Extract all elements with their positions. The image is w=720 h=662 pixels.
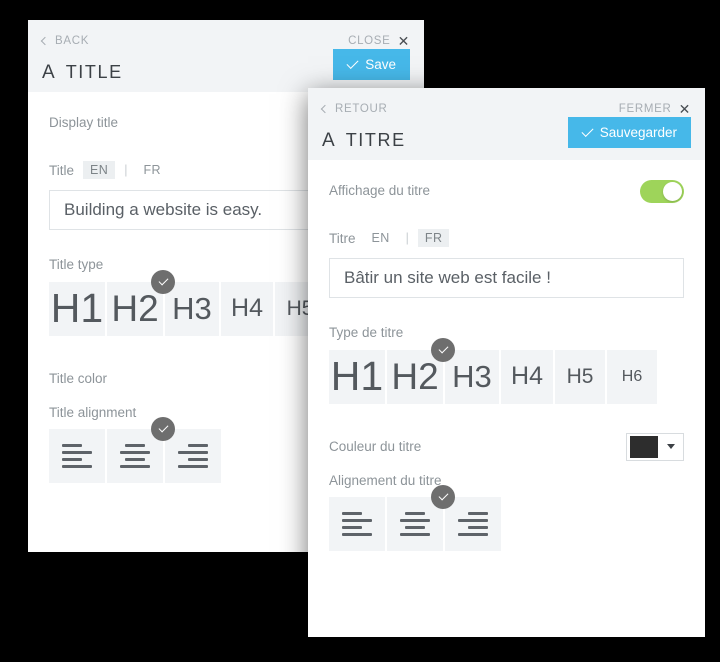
align-right-icon	[178, 444, 208, 468]
align-option-left[interactable]	[49, 429, 105, 483]
check-icon	[158, 422, 168, 433]
title-field-label-fr: Titre	[329, 230, 356, 246]
title-color-label-fr: Couleur du titre	[329, 438, 422, 454]
selected-check-badge	[431, 337, 455, 362]
alignment-picker-fr	[329, 485, 684, 551]
title-type-section-fr: Type de titre H1 H2 H3 H4 H5 H6	[329, 326, 684, 404]
panel-topbar-en: BACK CLOSE ✕	[28, 20, 424, 50]
display-title-row-fr: Affichage du titre	[329, 179, 684, 203]
heading-option-h1[interactable]: H1	[329, 349, 385, 404]
page-title-en: TITLE	[65, 62, 123, 82]
heading-option-h1[interactable]: H1	[49, 281, 105, 336]
title-color-picker[interactable]	[626, 432, 684, 461]
color-swatch	[630, 435, 658, 458]
heading-option-h4[interactable]: H4	[501, 349, 553, 404]
check-icon	[158, 275, 168, 286]
align-right-icon	[458, 512, 488, 536]
heading-option-h6[interactable]: H6	[607, 349, 657, 404]
heading-option-h4[interactable]: H4	[221, 281, 273, 336]
back-label-fr: RETOUR	[335, 102, 388, 115]
panel-title-row-en: A TITLE Save	[28, 49, 424, 90]
page-title-fr: TITRE	[345, 130, 406, 150]
panel-body-fr: Affichage du titre Titre EN | FR Type de…	[308, 160, 705, 637]
text-type-a-icon: A	[322, 129, 335, 151]
close-button-en[interactable]: CLOSE ✕	[348, 34, 410, 48]
heading-option-h2[interactable]: H2	[107, 269, 175, 336]
chevron-down-icon	[666, 444, 675, 449]
toggle-knob	[663, 181, 682, 201]
save-button-en[interactable]: Save	[333, 49, 410, 80]
lang-separator: |	[124, 163, 128, 177]
heading-option-h3[interactable]: H3	[165, 281, 219, 336]
save-label-fr: Sauvegarder	[599, 125, 677, 140]
back-label-en: BACK	[55, 34, 90, 47]
back-button-fr[interactable]: RETOUR	[320, 102, 388, 115]
align-option-left[interactable]	[329, 497, 385, 551]
title-settings-panel-fr: RETOUR FERMER ✕ A TITRE Sauvegarder Affi…	[308, 88, 705, 637]
selected-check-badge	[151, 269, 175, 294]
title-alignment-section-fr: Alignement du titre	[329, 472, 684, 551]
align-option-right[interactable]	[445, 497, 501, 551]
display-title-label-fr: Affichage du titre	[329, 183, 431, 199]
align-option-center[interactable]	[107, 417, 175, 483]
check-icon	[346, 56, 359, 70]
selected-check-badge	[151, 417, 175, 441]
chevron-left-icon	[40, 36, 50, 45]
check-icon	[438, 343, 448, 354]
align-left-icon	[342, 512, 372, 536]
align-left-icon	[62, 444, 92, 468]
panel-header-fr: RETOUR FERMER ✕ A TITRE Sauvegarder	[308, 88, 705, 160]
lang-tab-fr[interactable]: FR	[136, 161, 167, 180]
color-dropdown-arrow	[658, 444, 683, 449]
title-input-fr[interactable]	[329, 258, 684, 298]
check-icon	[581, 124, 594, 138]
lang-separator: |	[405, 231, 409, 245]
save-label-en: Save	[365, 57, 396, 72]
title-color-label-en: Title color	[49, 370, 108, 386]
panel-header-en: BACK CLOSE ✕ A TITLE Save	[28, 20, 424, 92]
title-field-label-en: Title	[49, 162, 75, 178]
lang-tab-en[interactable]: EN	[83, 160, 116, 180]
align-option-center[interactable]	[387, 485, 455, 551]
check-icon	[438, 490, 448, 501]
heading-type-picker-fr: H1 H2 H3 H4 H5 H6	[329, 337, 684, 404]
title-alignment-label-fr: Alignement du titre	[329, 472, 442, 488]
heading-option-h5[interactable]: H5	[555, 349, 605, 404]
title-color-row-fr: Couleur du titre	[329, 432, 684, 462]
close-icon: ✕	[678, 100, 691, 117]
lang-tab-fr[interactable]: FR	[417, 228, 450, 248]
close-button-fr[interactable]: FERMER ✕	[619, 102, 691, 116]
close-icon: ✕	[397, 32, 410, 49]
close-label-en: CLOSE	[348, 34, 391, 47]
close-label-fr: FERMER	[618, 102, 672, 115]
heading-option-h2-label: H2	[111, 287, 159, 329]
screenshot-stage: BACK CLOSE ✕ A TITLE Save Display title	[0, 0, 720, 662]
save-button-fr[interactable]: Sauvegarder	[567, 117, 691, 148]
align-center-icon	[400, 512, 430, 536]
heading-option-h2[interactable]: H2	[387, 337, 455, 404]
panel-topbar-fr: RETOUR FERMER ✕	[308, 88, 705, 118]
text-type-a-icon: A	[42, 61, 55, 83]
display-title-toggle[interactable]	[640, 179, 684, 203]
title-type-label-fr: Type de titre	[329, 325, 404, 340]
display-title-label-en: Display title	[49, 115, 119, 131]
chevron-left-icon	[320, 104, 330, 113]
heading-option-h3[interactable]: H3	[445, 349, 499, 404]
selected-check-badge	[431, 485, 455, 509]
back-button-en[interactable]: BACK	[40, 34, 90, 47]
lang-tab-en[interactable]: EN	[365, 229, 397, 248]
language-tabs-fr: Titre EN | FR	[329, 228, 684, 248]
align-option-right[interactable]	[165, 429, 221, 483]
panel-title-row-fr: A TITRE Sauvegarder	[308, 117, 705, 158]
heading-option-h2-label: H2	[391, 355, 439, 397]
align-center-icon	[120, 444, 150, 468]
